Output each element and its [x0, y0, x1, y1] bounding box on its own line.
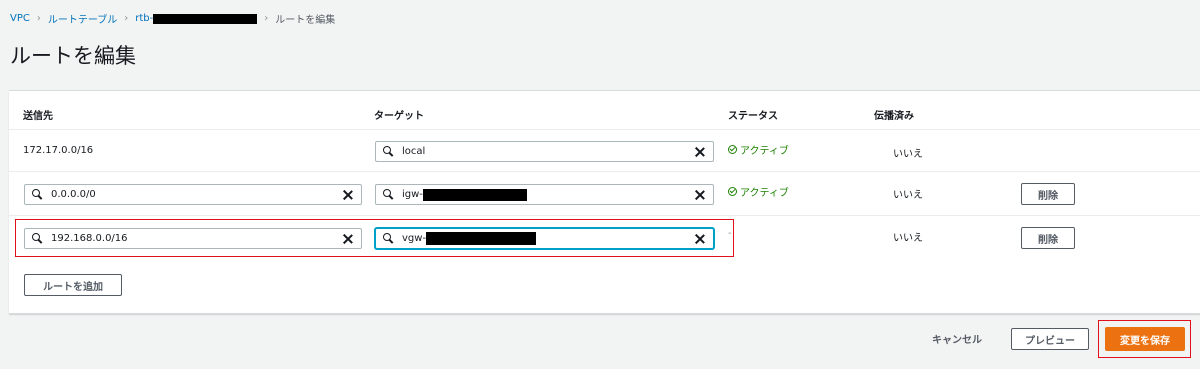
breadcrumb-vpc[interactable]: VPC	[10, 13, 30, 24]
redaction-block	[153, 13, 258, 24]
clear-icon[interactable]	[693, 232, 707, 246]
destination-value: 192.168.0.0/16	[51, 233, 128, 244]
routes-table-panel: 送信先 ターゲット ステータス 伝播済み 172.17.0.0/16 local…	[9, 90, 1200, 314]
add-route-button[interactable]: ルートを追加	[24, 274, 122, 296]
target-input[interactable]: igw-	[375, 184, 714, 205]
target-input[interactable]: vgw-	[375, 228, 714, 249]
status-success-icon	[728, 187, 737, 196]
column-header-destination: 送信先	[23, 111, 53, 122]
chevron-right-icon: ›	[36, 13, 41, 24]
column-header-propagated: 伝播済み	[874, 111, 914, 122]
search-icon	[382, 188, 396, 202]
breadcrumb: VPC › ルートテーブル › rtb- › ルートを編集	[10, 11, 335, 26]
clear-icon[interactable]	[693, 145, 707, 159]
destination-input[interactable]: 0.0.0.0/0	[24, 184, 362, 205]
search-icon	[31, 232, 45, 246]
search-icon	[382, 232, 396, 246]
propagated-text: いいえ	[893, 233, 923, 244]
row-divider	[9, 171, 1200, 172]
target-input[interactable]: local	[375, 141, 714, 162]
destination-input[interactable]: 192.168.0.0/16	[24, 228, 362, 249]
redaction-block	[426, 232, 537, 245]
status-badge: アクティブ	[728, 184, 789, 199]
target-value: vgw-	[402, 232, 693, 245]
breadcrumb-rtb-prefix: rtb-	[135, 13, 154, 24]
breadcrumb-current: ルートを編集	[275, 15, 336, 26]
propagated-text: いいえ	[893, 190, 923, 201]
chevron-right-icon: ›	[124, 13, 129, 24]
status-badge: アクティブ	[728, 142, 789, 157]
clear-icon[interactable]	[341, 188, 355, 202]
clear-icon[interactable]	[693, 188, 707, 202]
breadcrumb-route-tables[interactable]: ルートテーブル	[48, 11, 117, 26]
chevron-right-icon: ›	[264, 13, 269, 24]
status-success-icon	[728, 145, 737, 154]
remove-route-button[interactable]: 削除	[1021, 183, 1075, 205]
column-header-status: ステータス	[728, 111, 778, 122]
breadcrumb-route-table-id[interactable]: rtb-	[135, 13, 258, 24]
target-value: local	[402, 146, 426, 157]
search-icon	[382, 145, 396, 159]
page-title: ルートを編集	[10, 44, 136, 68]
save-changes-button[interactable]: 変更を保存	[1105, 327, 1185, 351]
search-icon	[31, 188, 45, 202]
target-prefix: igw-	[402, 189, 423, 200]
target-prefix: vgw-	[402, 233, 427, 244]
propagated-text: いいえ	[893, 149, 923, 160]
header-divider	[9, 129, 1200, 130]
status-text: アクティブ	[740, 146, 789, 157]
destination-text: 172.17.0.0/16	[23, 145, 94, 156]
status-text: アクティブ	[740, 188, 789, 199]
column-header-target: ターゲット	[374, 111, 424, 122]
redaction-block	[422, 188, 527, 201]
preview-button[interactable]: プレビュー	[1011, 328, 1089, 350]
target-value: igw-	[402, 188, 693, 201]
clear-icon[interactable]	[341, 232, 355, 246]
destination-value: 0.0.0.0/0	[51, 189, 96, 200]
remove-route-button[interactable]: 削除	[1021, 227, 1075, 249]
row-divider	[9, 215, 1200, 216]
status-text: -	[728, 228, 732, 239]
cancel-button[interactable]: キャンセル	[932, 331, 982, 346]
